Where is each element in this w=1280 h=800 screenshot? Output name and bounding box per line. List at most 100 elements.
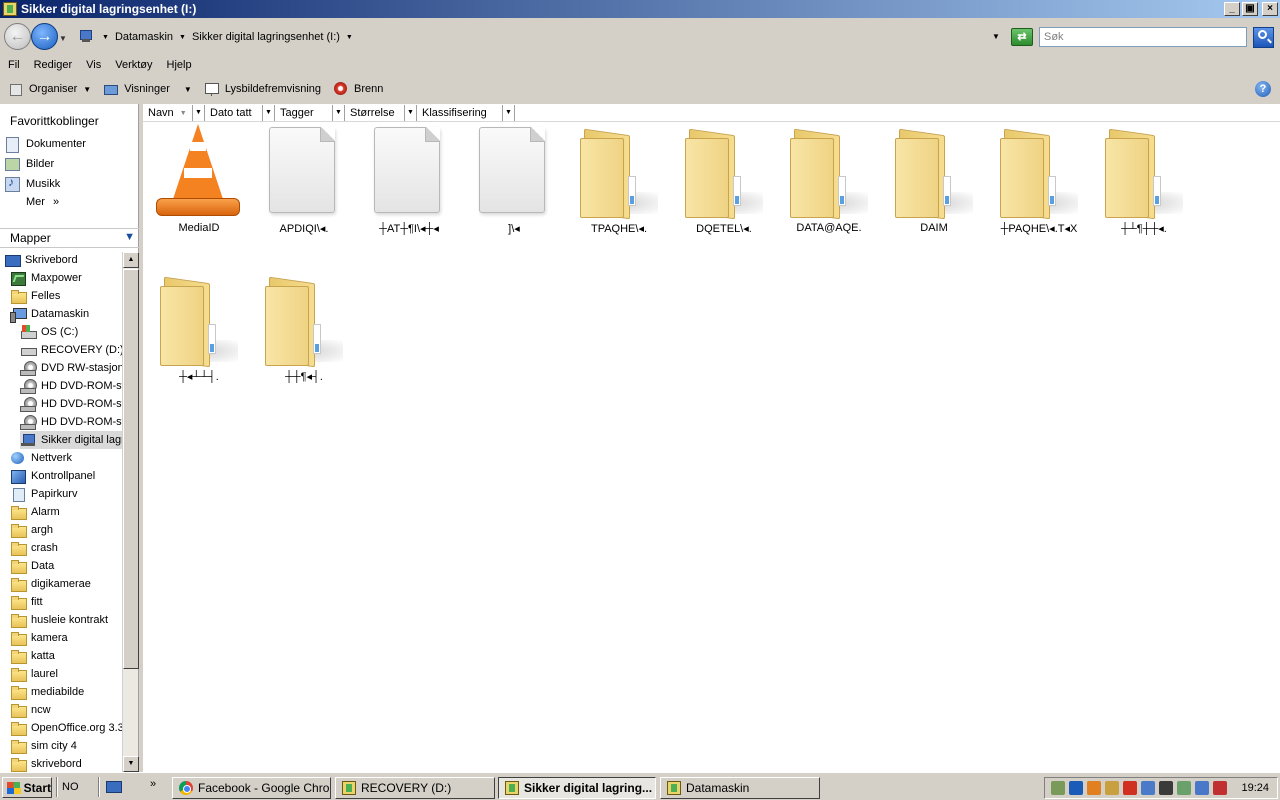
folder-tree-item[interactable]: DVD RW-stasjon [20, 359, 122, 377]
breadcrumb-root-arrow[interactable]: ▼ [100, 34, 115, 41]
folder-tree-item[interactable]: sim city 4 [10, 737, 122, 755]
show-desktop-icon[interactable] [106, 781, 122, 793]
minimize-button[interactable]: _ [1224, 2, 1240, 16]
column-header[interactable]: Dato tatt ▼ [205, 105, 275, 121]
column-filter-dropdown[interactable]: ▼ [332, 105, 344, 121]
tray-icon[interactable] [1105, 781, 1119, 795]
tray-icon[interactable] [1177, 781, 1191, 795]
column-filter-dropdown[interactable]: ▼ [404, 105, 416, 121]
close-button[interactable]: × [1262, 2, 1278, 16]
favorites-more-link[interactable]: Mer » [26, 196, 59, 208]
folder-tree-item[interactable]: Kontrollpanel [10, 467, 122, 485]
menu-view[interactable]: Vis [86, 59, 101, 71]
favorite-documents[interactable]: Dokumenter [4, 136, 86, 153]
folders-header[interactable]: Mapper ▼ [0, 228, 139, 248]
menu-edit[interactable]: Rediger [34, 59, 73, 71]
taskbar-button[interactable]: RECOVERY (D:) [335, 777, 495, 799]
folder-tree-item[interactable]: mediabilde [10, 683, 122, 701]
folder-tree-item[interactable]: OS (C:) [20, 323, 122, 341]
folder-tree-item[interactable]: crash [10, 539, 122, 557]
folder-tree-item[interactable]: ncw [10, 701, 122, 719]
folder-tree-item[interactable]: skrivebord [10, 755, 122, 772]
address-field[interactable]: ▼ Datamaskin ▼ Sikker digital lagringsenh… [76, 27, 1006, 47]
tray-icon[interactable] [1069, 781, 1083, 795]
start-button[interactable]: Start [2, 777, 52, 798]
folder-item[interactable]: ┼PAQHE\◂.T◂X [985, 122, 1093, 252]
tray-icon[interactable] [1159, 781, 1173, 795]
folder-tree-item[interactable]: Maxpower [10, 269, 122, 287]
file-item[interactable]: ┼AT┼¶I\◂┼◂ [355, 122, 463, 252]
folder-tree-item[interactable]: Felles [10, 287, 122, 305]
folder-item[interactable]: DAIM [880, 122, 988, 252]
folder-tree-item[interactable]: Nettverk [10, 449, 122, 467]
folder-tree-item[interactable]: katta [10, 647, 122, 665]
refresh-button[interactable]: ⇄ [1011, 28, 1033, 46]
breadcrumb-current[interactable]: Sikker digital lagringsenhet (I:) ▼ [192, 31, 359, 43]
folder-tree-item[interactable]: Datamaskin [10, 305, 122, 323]
tray-icon[interactable] [1195, 781, 1209, 795]
folder-tree-scrollbar[interactable]: ▲ ▼ [122, 252, 139, 772]
tray-icon[interactable] [1087, 781, 1101, 795]
folder-tree-item[interactable]: OpenOffice.org 3.3 [10, 719, 122, 737]
folder-item[interactable]: TPAQHE\◂. [565, 122, 673, 252]
back-button[interactable]: ← [4, 23, 31, 50]
folder-tree-item[interactable]: laurel [10, 665, 122, 683]
folder-tree-item[interactable]: HD DVD-ROM-st [20, 395, 122, 413]
folder-tree-item[interactable]: husleie kontrakt [10, 611, 122, 629]
folder-tree-item[interactable]: Papirkurv [10, 485, 122, 503]
column-header[interactable]: Navn ▼ ▼ [143, 105, 205, 121]
slideshow-button[interactable]: Lysbildefremvisning [204, 82, 321, 96]
file-item[interactable]: MediaID [145, 122, 253, 252]
quick-launch-overflow-button[interactable]: » [150, 778, 156, 790]
folder-item[interactable]: DATA@AQE. [775, 122, 883, 252]
search-button[interactable] [1253, 27, 1274, 48]
folder-tree-item[interactable]: HD DVD-ROM-st [20, 377, 122, 395]
taskbar-button[interactable]: Facebook - Google Chrome [172, 777, 331, 799]
help-icon[interactable]: ? [1255, 81, 1271, 97]
folder-tree-item[interactable]: RECOVERY (D:) [20, 341, 122, 359]
column-filter-dropdown[interactable]: ▼ [192, 105, 204, 121]
taskbar-button[interactable]: Sikker digital lagring... [498, 777, 656, 799]
favorite-music[interactable]: Musikk [4, 175, 60, 192]
clock[interactable]: 19:24 [1241, 782, 1269, 794]
address-history-dropdown[interactable]: ▼ [992, 32, 1000, 41]
folder-tree-item[interactable]: Data [10, 557, 122, 575]
folder-tree-item[interactable]: digikamerae [10, 575, 122, 593]
tray-icon[interactable] [1141, 781, 1155, 795]
maximize-button[interactable]: ▣ [1242, 2, 1258, 16]
burn-button[interactable]: Brenn [333, 82, 383, 96]
column-header[interactable]: Tagger ▼ [275, 105, 345, 121]
folder-tree-item[interactable]: HD DVD-ROM-st [20, 413, 122, 431]
breadcrumb-datamaskin[interactable]: Datamaskin ▼ [115, 31, 192, 43]
views-button[interactable]: Visninger ▼ [103, 82, 192, 96]
column-filter-dropdown[interactable]: ▼ [262, 105, 274, 121]
folder-item[interactable]: ┼┼¶◂┤. [250, 270, 358, 400]
folder-tree-item[interactable]: Alarm [10, 503, 122, 521]
language-indicator[interactable]: NO [62, 781, 79, 793]
scroll-down-button[interactable]: ▼ [123, 756, 139, 772]
folder-tree-item[interactable]: kamera [10, 629, 122, 647]
folder-tree-item[interactable]: fitt [10, 593, 122, 611]
scroll-thumb[interactable] [123, 269, 139, 669]
tray-icon[interactable] [1213, 781, 1227, 795]
folder-tree-item[interactable]: argh [10, 521, 122, 539]
column-header[interactable]: Klassifisering ▼ [417, 105, 515, 121]
file-item[interactable]: ]\◂ [460, 122, 568, 252]
menu-tools[interactable]: Verktøy [115, 59, 152, 71]
folder-item[interactable]: DQETEL\◂. [670, 122, 778, 252]
folder-item[interactable]: ┼◂┴┴┤. [145, 270, 253, 400]
taskbar-button[interactable]: Datamaskin [660, 777, 820, 799]
search-input[interactable]: Søk [1039, 27, 1247, 47]
organize-button[interactable]: Organiser ▼ [8, 82, 91, 96]
tray-icon[interactable] [1051, 781, 1065, 795]
forward-button[interactable]: → [31, 23, 58, 50]
scroll-up-button[interactable]: ▲ [123, 252, 139, 268]
folder-tree-item[interactable]: Skrivebord [4, 252, 122, 269]
column-filter-dropdown[interactable]: ▼ [502, 105, 514, 121]
folder-item[interactable]: ┼┴¶┼┼◂. [1090, 122, 1198, 252]
recent-pages-dropdown[interactable]: ▼ [59, 34, 67, 43]
folder-tree-item[interactable]: Sikker digital lagr [20, 431, 122, 449]
menu-help[interactable]: Hjelp [167, 59, 192, 71]
file-item[interactable]: APDIQI\◂. [250, 122, 358, 252]
favorite-pictures[interactable]: Bilder [4, 156, 54, 172]
